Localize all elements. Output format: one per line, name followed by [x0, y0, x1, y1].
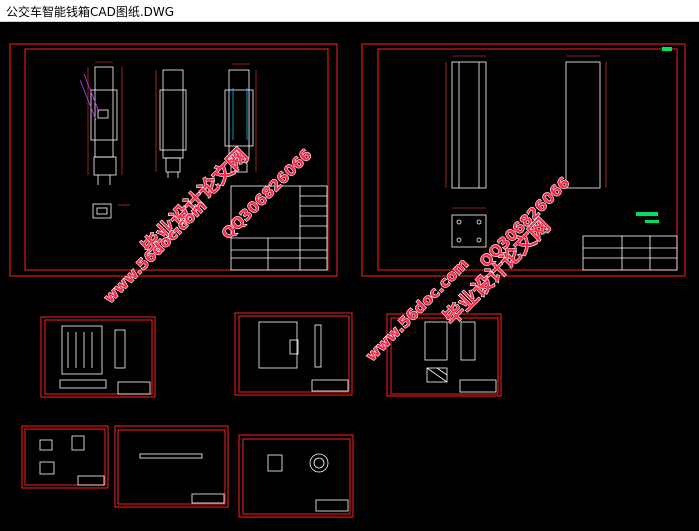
cad-drawing: 毕业设计论文网 www.56doc.com QQ306826066 毕业设计论文… [9, 43, 686, 518]
sheet-6[interactable] [21, 425, 109, 489]
window-title: 公交车智能钱箱CAD图纸.DWG [6, 5, 175, 19]
title-bar: 公交车智能钱箱CAD图纸.DWG [0, 0, 699, 22]
sheet-4[interactable] [234, 312, 353, 396]
watermark-left: 毕业设计论文网 www.56doc.com QQ306826066 [100, 143, 316, 307]
watermark-right: 毕业设计论文网 www.56doc.com QQ306826066 [362, 173, 574, 365]
sheet-3[interactable] [40, 316, 156, 398]
sheet-8[interactable] [238, 434, 354, 518]
cad-canvas[interactable]: 毕业设计论文网 www.56doc.com QQ306826066 毕业设计论文… [0, 22, 699, 531]
watermark-site-left: www.56doc.com [100, 197, 210, 307]
sheet-7[interactable] [114, 425, 229, 508]
